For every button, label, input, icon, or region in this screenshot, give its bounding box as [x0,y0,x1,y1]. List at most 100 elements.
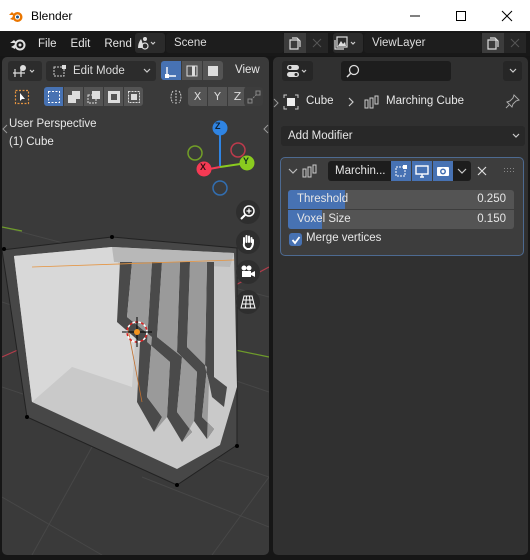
modifier-extras-dropdown[interactable] [453,161,471,181]
pin-icon[interactable] [505,93,521,109]
vertex-select-button[interactable] [161,61,181,80]
vertex-select-icon [165,66,176,78]
threshold-label: Threshold [297,193,349,205]
properties-search-input[interactable] [341,61,451,81]
view-layer-field[interactable]: ViewLayer [364,33,482,53]
properties-editor-type-dropdown[interactable] [282,61,313,81]
mode-dropdown[interactable]: Edit Mode [46,61,156,81]
edit-mode-icon [395,165,407,177]
pan-button[interactable] [236,230,260,254]
object-icon [283,94,299,110]
properties-options-dropdown[interactable] [503,61,522,81]
select-mode-extend[interactable] [64,87,83,106]
remove-modifier-icon[interactable] [477,166,487,176]
scene-icon [138,37,156,50]
editor-type-dropdown[interactable] [8,61,42,81]
monitor-icon [415,165,429,178]
grid-icon [240,295,256,309]
properties-icon [286,65,306,77]
view-menu[interactable]: View [235,64,260,76]
x-icon [312,38,322,48]
delete-view-layer-button[interactable] [504,33,526,53]
breadcrumb-object: Cube [306,95,334,107]
sidebar-expand-icon[interactable] [273,98,279,108]
y-axis-line [2,226,23,232]
mirror-x-label: X [193,90,202,103]
checkmark-icon [291,235,300,244]
face-select-button[interactable] [203,61,223,80]
mirror-z-label: Z [233,90,242,103]
camera-icon [241,265,255,277]
minimize-icon [410,15,420,16]
select-mode-difference[interactable] [104,87,123,106]
merge-vertices-label[interactable]: Merge vertices [306,232,381,244]
select-mode-subtract[interactable] [84,87,103,106]
chevron-down-icon [512,133,520,138]
window-titlebar: Blender [0,0,530,31]
drag-handle-icon[interactable] [504,168,516,173]
zoom-icon [240,205,255,220]
voxel-size-label: Voxel Size [297,213,351,225]
gizmo-y-label[interactable]: Y [243,156,249,166]
edge-select-icon [186,65,198,76]
view-perspective-label: User Perspective [9,118,97,130]
properties-editor: Cube Marching Cube Add Modifier Marchin.… [273,57,528,555]
threshold-value: 0.250 [477,193,506,205]
3d-viewport[interactable]: Z Y X Edit Mode View X Y Z User Perspect… [2,57,269,555]
chevron-down-icon [457,168,467,174]
face-select-icon [208,65,218,76]
blender-logo-icon [9,11,23,22]
edit-mode-toggle[interactable] [391,161,411,181]
camera-view-button[interactable] [236,260,260,284]
merge-vertices-checkbox[interactable] [289,233,302,246]
mirror-x-button[interactable]: X [188,87,207,106]
marching-cube-icon [364,95,379,109]
modifier-name: Marchin... [335,165,386,177]
scene-type-dropdown[interactable] [135,33,165,53]
blender-menu-icon[interactable] [9,37,27,51]
select-difference-icon [107,90,120,103]
select-mode-intersect[interactable] [124,87,143,106]
menu-edit[interactable]: Edit [71,38,91,50]
menu-file[interactable]: File [38,38,57,50]
voxel-size-value: 0.150 [477,213,506,225]
gizmo-x-label[interactable]: X [200,162,206,172]
sidebar-expand-icon[interactable] [263,124,269,134]
mirror-y-button[interactable]: Y [208,87,227,106]
viewport-scene [2,120,269,555]
select-new-icon [47,90,60,103]
close-window-button[interactable] [484,0,530,31]
gizmo-z-label[interactable]: Z [215,121,221,131]
edge-select-button[interactable] [182,61,202,80]
select-intersect-icon [127,90,140,103]
select-extend-icon [67,90,80,103]
mode-label: Edit Mode [73,65,125,77]
maximize-icon [456,10,466,21]
minimize-button[interactable] [392,0,438,31]
search-icon [346,64,360,78]
toolbar-expand-icon[interactable] [2,124,8,134]
chevron-down-icon [509,68,516,73]
new-view-layer-button[interactable] [482,33,504,53]
topology-mirror-button[interactable] [244,87,263,106]
voxel-size-slider[interactable]: Voxel Size 0.150 [288,210,514,229]
menu-render[interactable]: Rend [104,38,132,50]
active-tool-button[interactable] [12,87,32,106]
select-subtract-icon [87,90,100,103]
view-layer-icon [334,36,356,50]
collapse-chevron-icon[interactable] [288,167,298,175]
modifier-name-field[interactable]: Marchin... [328,161,391,181]
scene-name-field[interactable]: Scene [166,33,284,53]
zoom-button[interactable] [236,200,260,224]
view-layer-dropdown[interactable] [333,33,363,53]
ortho-toggle-button[interactable] [236,290,260,314]
select-mode-new[interactable] [44,87,63,106]
threshold-slider[interactable]: Threshold 0.250 [288,190,514,209]
new-scene-button[interactable] [284,33,306,53]
duplicate-icon [487,37,499,50]
delete-scene-button[interactable] [306,33,328,53]
render-toggle[interactable] [433,161,453,181]
add-modifier-dropdown[interactable]: Add Modifier [281,126,525,146]
maximize-button[interactable] [438,0,484,31]
viewport-toggle[interactable] [412,161,432,181]
